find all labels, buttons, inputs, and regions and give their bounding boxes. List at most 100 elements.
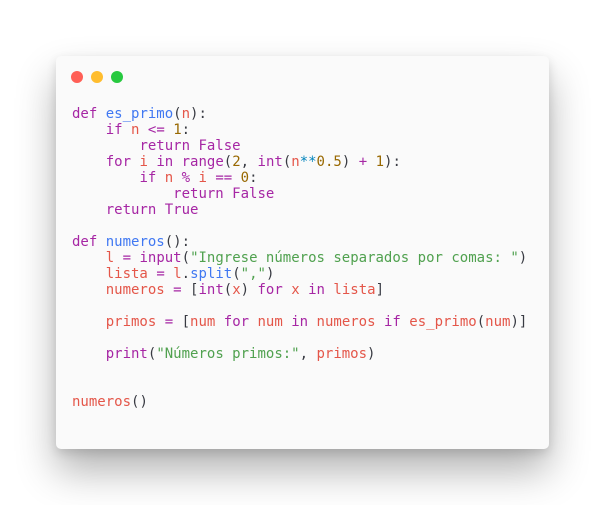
code-token-variable: num <box>485 314 511 330</box>
code-window: def es_primo(n): if n <= 1: return False… <box>56 56 549 449</box>
code-token-plain: ): <box>384 154 401 170</box>
code-token-variable: n <box>181 106 191 122</box>
code-token-plain: . <box>181 266 191 282</box>
code-token-plain: ( <box>476 314 486 330</box>
code-token-function: numeros <box>105 234 165 250</box>
code-token-variable: n <box>164 170 174 186</box>
code-token-keyword: == <box>215 170 233 186</box>
minimize-window-dot-icon[interactable] <box>91 71 103 83</box>
code-token-keyword: in <box>308 282 325 298</box>
code-token-string: "Ingrese números separados por comas: " <box>190 250 519 266</box>
code-line: print("Números primos:", primos) <box>72 346 527 362</box>
code-token-plain: )] <box>510 314 528 330</box>
code-token-keyword: % <box>181 170 191 186</box>
close-window-dot-icon[interactable] <box>71 71 83 83</box>
code-token-keyword: if <box>139 170 157 186</box>
code-line: lista = l.split(",") <box>72 266 527 282</box>
code-token-keyword: range <box>181 154 224 170</box>
code-token-variable: num <box>257 314 283 330</box>
code-token-plain: ( <box>282 154 292 170</box>
code-token-keyword: def <box>72 234 98 250</box>
code-token-plain: () <box>131 394 148 410</box>
code-token-variable: i <box>139 154 148 170</box>
code-line: numeros() <box>72 394 527 410</box>
code-line: def es_primo(n): <box>72 106 527 122</box>
code-token-keyword: if <box>105 122 123 138</box>
code-token-keyword: in <box>156 154 174 170</box>
maximize-window-dot-icon[interactable] <box>111 71 123 83</box>
code-token-number: 0 <box>240 170 250 186</box>
code-token-variable: l <box>105 250 115 266</box>
code-token-keyword: if <box>383 314 401 330</box>
code-token-keyword: for <box>257 282 283 298</box>
code-token-operator: ** <box>299 154 317 170</box>
code-token-plain: [ <box>173 314 191 330</box>
code-token-keyword: return <box>173 186 224 202</box>
code-token-keyword: print <box>105 346 148 362</box>
code-line: return False <box>72 186 527 202</box>
code-token-plain: , <box>240 154 258 170</box>
code-token-keyword: = <box>164 314 174 330</box>
code-token-plain: ( <box>232 266 241 282</box>
code-token-number: 2 <box>232 154 241 170</box>
screenshot-canvas: def es_primo(n): if n <= 1: return False… <box>0 0 605 505</box>
code-token-variable: n <box>291 154 300 170</box>
code-token-number: 1 <box>375 154 385 170</box>
code-token-keyword: input <box>139 250 182 266</box>
code-token-variable: l <box>173 266 182 282</box>
code-line: for i in range(2, int(n**0.5) + 1): <box>72 154 527 170</box>
code-token-keyword: for <box>105 154 132 170</box>
code-line: if n <= 1: <box>72 122 527 138</box>
code-token-keyword: def <box>72 106 98 122</box>
code-token-variable: lista <box>333 282 376 298</box>
code-line: primos = [num for num in numeros if es_p… <box>72 314 528 330</box>
code-token-keyword: False <box>198 138 241 154</box>
code-token-plain: : <box>181 122 191 138</box>
code-token-number: 1 <box>173 122 182 138</box>
code-line: def numeros(): <box>72 234 527 250</box>
code-token-variable: i <box>198 170 207 186</box>
code-token-function: es_primo <box>105 106 174 122</box>
code-token-plain: [ <box>181 282 199 298</box>
code-token-variable: x <box>291 282 300 298</box>
code-token-variable: numeros <box>72 394 132 410</box>
code-token-variable: primos <box>105 314 157 330</box>
code-token-keyword: + <box>358 154 368 170</box>
code-token-function: split <box>190 266 233 282</box>
code-token-keyword: <= <box>147 122 165 138</box>
code-line: l = input("Ingrese números separados por… <box>72 250 528 266</box>
code-line: if n % i == 0: <box>72 170 527 186</box>
code-token-plain: ( <box>223 282 233 298</box>
code-token-keyword: for <box>223 314 250 330</box>
code-token-plain: ) <box>341 154 359 170</box>
code-token-variable: numeros <box>316 314 376 330</box>
code-token-keyword: = <box>122 250 132 266</box>
code-token-keyword: int <box>198 282 224 298</box>
